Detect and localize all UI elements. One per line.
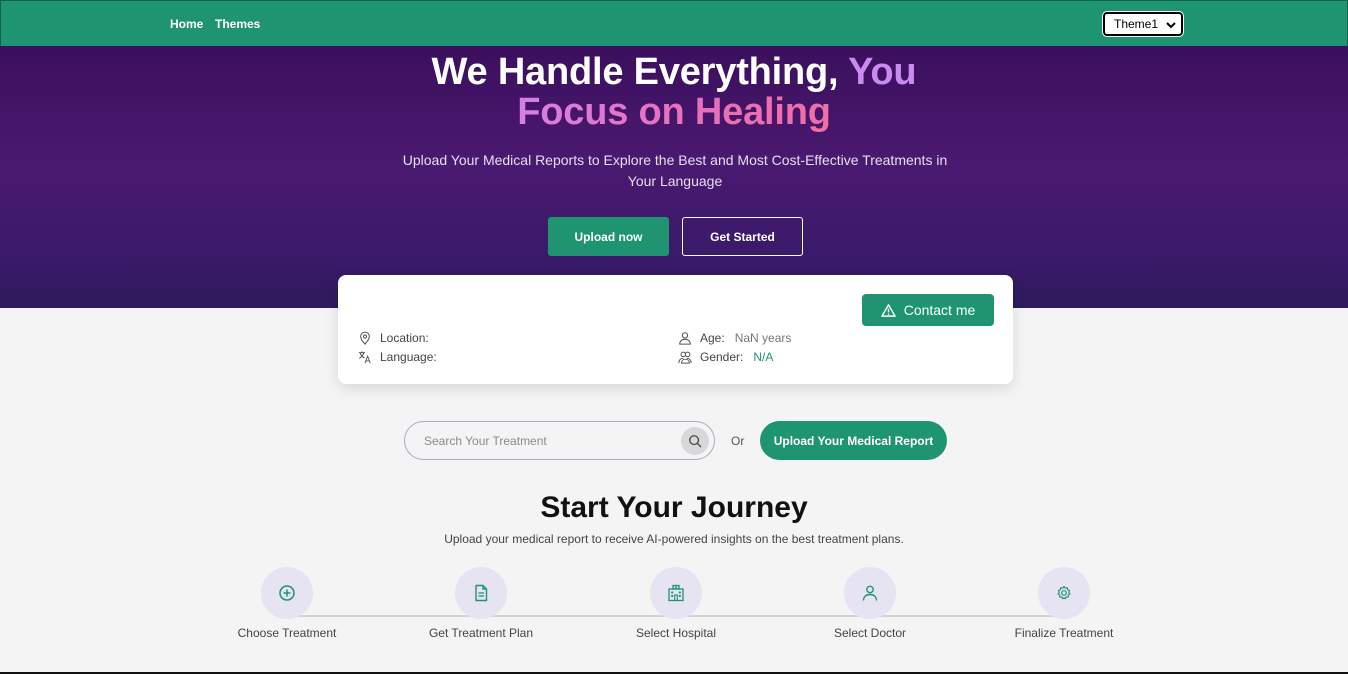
language-row: Language: bbox=[358, 350, 447, 364]
theme-select[interactable]: Theme1 bbox=[1102, 11, 1184, 37]
top-navbar: Home Themes Theme1 bbox=[0, 0, 1348, 46]
hero-title: We Handle Everything, You Focus on Heali… bbox=[0, 52, 1348, 132]
hero-section: We Handle Everything, You Focus on Heali… bbox=[0, 46, 1348, 308]
search-icon bbox=[689, 435, 702, 448]
search-button[interactable] bbox=[681, 427, 709, 455]
location-row: Location: bbox=[358, 331, 439, 345]
user-icon bbox=[862, 585, 878, 601]
gender-value: N/A bbox=[753, 350, 774, 364]
location-label: Location: bbox=[380, 331, 429, 345]
warning-icon bbox=[880, 303, 896, 317]
upload-medical-report-button[interactable]: Upload Your Medical Report bbox=[760, 421, 947, 460]
hero-title-part2: You bbox=[848, 51, 917, 93]
nav-home-link[interactable]: Home bbox=[170, 17, 203, 31]
search-input[interactable] bbox=[424, 422, 674, 459]
nav-themes-link[interactable]: Themes bbox=[215, 17, 260, 31]
chevron-down-icon bbox=[1166, 22, 1176, 29]
document-icon bbox=[475, 584, 488, 602]
step-label-select-doctor: Select Doctor bbox=[833, 626, 907, 640]
step-label-finalize-treatment: Finalize Treatment bbox=[1014, 626, 1114, 640]
hospital-icon bbox=[668, 584, 684, 602]
hero-title-part3: Focus on Healing bbox=[517, 91, 831, 133]
gender-row: Gender: N/A bbox=[678, 350, 773, 364]
gear-icon bbox=[1057, 585, 1071, 600]
age-label: Age: bbox=[700, 331, 725, 345]
profile-card: Contact me Location: Language: Age: NaN … bbox=[338, 275, 1013, 384]
translate-icon bbox=[358, 351, 371, 364]
step-label-select-hospital: Select Hospital bbox=[635, 626, 717, 640]
step-label-choose-treatment: Choose Treatment bbox=[237, 626, 337, 640]
map-pin-icon bbox=[360, 331, 370, 345]
plus-circle-icon bbox=[279, 585, 295, 601]
get-started-button[interactable]: Get Started bbox=[682, 217, 803, 256]
hero-title-part1: We Handle Everything, bbox=[431, 51, 849, 93]
journey-title: Start Your Journey bbox=[540, 491, 808, 524]
users-icon bbox=[678, 351, 692, 364]
theme-select-value: Theme1 bbox=[1114, 17, 1159, 31]
step-get-treatment-plan[interactable] bbox=[455, 567, 507, 619]
contact-me-button[interactable]: Contact me bbox=[862, 294, 994, 326]
search-box bbox=[404, 421, 715, 460]
upload-now-button[interactable]: Upload now bbox=[548, 217, 669, 256]
step-select-doctor[interactable] bbox=[844, 567, 896, 619]
step-label-get-treatment-plan: Get Treatment Plan bbox=[428, 626, 534, 640]
or-separator: Or bbox=[731, 434, 745, 448]
contact-me-label: Contact me bbox=[903, 302, 976, 318]
language-label: Language: bbox=[380, 350, 437, 364]
step-choose-treatment[interactable] bbox=[261, 567, 313, 619]
hero-subtitle: Upload Your Medical Reports to Explore t… bbox=[402, 152, 948, 189]
age-row: Age: NaN years bbox=[678, 331, 791, 345]
step-finalize-treatment[interactable] bbox=[1038, 567, 1090, 619]
age-value: NaN years bbox=[734, 331, 792, 345]
journey-subtitle: Upload your medical report to receive AI… bbox=[444, 532, 904, 546]
user-icon bbox=[679, 332, 691, 345]
step-select-hospital[interactable] bbox=[650, 567, 702, 619]
gender-label: Gender: bbox=[700, 350, 744, 364]
